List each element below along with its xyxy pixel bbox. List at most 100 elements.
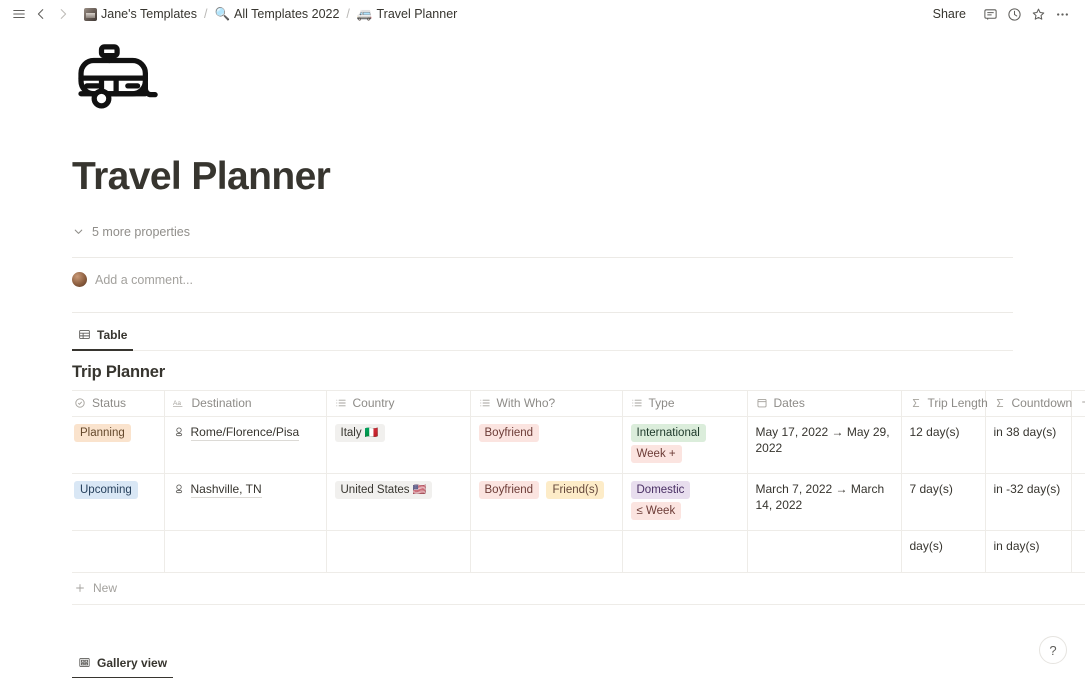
breadcrumb-item-all-templates[interactable]: 🔍 All Templates 2022 [210,5,343,23]
multi-select-icon [335,397,347,409]
cell-destination[interactable] [164,530,327,573]
avatar [72,272,87,288]
cell-type[interactable] [622,530,748,573]
cell-type[interactable]: International Week + [622,416,748,474]
database-title-trip-planner[interactable]: Trip Planner [72,363,1013,382]
chevron-down-icon [72,225,85,238]
history-clock-icon[interactable] [1003,3,1025,25]
magnifier-emoji-icon: 🔍 [214,6,231,21]
cell-countdown[interactable]: in day(s) [985,530,1072,573]
arrow-right-icon[interactable] [52,3,74,25]
cell-trip-length[interactable]: 7 day(s) [901,473,986,531]
breadcrumb-label: Travel Planner [376,7,458,21]
cell-trip-length[interactable]: day(s) [901,530,986,573]
country-tag: United States 🇺🇸 [334,480,433,499]
cell-destination[interactable]: Rome/Florence/Pisa [164,416,327,474]
destination-text: Nashville, TN [190,481,262,498]
add-comment-input[interactable]: Add a comment... [95,273,193,287]
column-header-dates[interactable]: Dates [747,389,902,417]
arrow-left-icon[interactable] [30,3,52,25]
table-row[interactable]: day(s) in day(s) [72,530,1085,573]
tab-table[interactable]: Table [72,323,134,351]
cell-dates[interactable]: March 7, 2022 → March 14, 2022 [747,473,902,531]
star-icon[interactable] [1027,3,1049,25]
calendar-icon [756,397,768,409]
cell-destination[interactable]: Nashville, TN [164,473,327,531]
breadcrumb-item-workspace[interactable]: Jane's Templates [80,5,201,23]
multi-select-icon [631,397,643,409]
type-tag: ≤ Week [630,501,682,520]
location-pin-icon [173,425,185,441]
cell-country[interactable] [326,530,471,573]
cell-type[interactable]: Domestic ≤ Week [622,473,748,531]
page-content: Travel Planner 5 more properties Add a c… [0,32,1085,678]
cell-dates[interactable]: May 17, 2022 → May 29, 2022 [747,416,902,474]
cell-country[interactable]: United States 🇺🇸 [326,473,471,531]
cell-status[interactable]: Planning [72,416,165,474]
comment-icon[interactable] [979,3,1001,25]
new-row-label: New [93,581,118,596]
text-aa-icon: Aa [172,397,186,409]
type-tag: International [630,423,706,442]
breadcrumb-item-travel-planner[interactable]: 🚐 Travel Planner [353,5,461,23]
column-header-status[interactable]: Status [72,389,165,417]
comment-row[interactable]: Add a comment... [72,262,1013,298]
add-column-button[interactable] [1071,389,1085,417]
type-tag: Week + [630,444,682,463]
column-header-type[interactable]: Type [622,389,748,417]
cell-trip-length[interactable]: 12 day(s) [901,416,986,474]
formula-sigma-icon [910,397,922,409]
tab-label: Table [97,327,128,342]
multi-select-icon [479,397,491,409]
new-row-button[interactable]: New [72,573,1085,605]
destination-text: Rome/Florence/Pisa [190,424,300,441]
more-options-icon[interactable] [1051,3,1073,25]
cell-with-who[interactable] [470,530,623,573]
cell-countdown[interactable]: in -32 day(s) [985,473,1072,531]
cell-with-who[interactable]: Boyfriend Friend(s) [470,473,623,531]
topbar-actions: Share [926,3,1073,25]
breadcrumb: Jane's Templates / 🔍 All Templates 2022 … [80,5,461,23]
cell-countdown[interactable]: in 38 day(s) [985,416,1072,474]
column-header-countdown[interactable]: Countdown [985,389,1072,417]
help-button[interactable]: ? [1039,636,1067,664]
column-header-country[interactable]: Country [326,389,471,417]
column-header-trip-length[interactable]: Trip Length [901,389,988,417]
cell-empty [1071,530,1085,573]
tab-gallery-view[interactable]: Gallery view [72,651,174,678]
table-row[interactable]: Upcoming Nashville, TN United States 🇺🇸 [72,473,1085,531]
hamburger-icon[interactable] [8,3,30,25]
column-label: Country [352,395,395,410]
cell-dates[interactable] [747,530,902,573]
column-header-destination[interactable]: Aa Destination [164,389,327,417]
svg-text:Aa: Aa [173,400,181,407]
cell-country[interactable]: Italy 🇮🇹 [326,416,471,474]
breadcrumb-label: Jane's Templates [101,7,197,21]
usa-flag-icon: 🇺🇸 [412,483,427,496]
column-label: Dates [773,395,805,410]
camper-trailer-icon[interactable] [72,32,172,132]
breadcrumb-separator: / [203,7,208,21]
cell-with-who[interactable]: Boyfriend [470,416,623,474]
column-header-with-who[interactable]: With Who? [470,389,623,417]
who-tag: Boyfriend [478,480,540,499]
more-properties-toggle[interactable]: 5 more properties [72,221,1013,243]
table-header-row: Status Aa Destination Country With Who? … [72,389,1085,417]
column-label: Type [648,395,675,410]
cell-empty [1071,473,1085,531]
trip-planner-table: Status Aa Destination Country With Who? … [72,389,1085,605]
share-button[interactable]: Share [926,4,973,24]
divider [72,311,1013,313]
column-label: Status [92,395,127,410]
table-row[interactable]: Planning Rome/Florence/Pisa Italy 🇮🇹 Boy… [72,416,1085,474]
cell-status[interactable] [72,530,165,573]
page-title[interactable]: Travel Planner [72,155,1013,199]
cell-status[interactable]: Upcoming [72,473,165,531]
column-label: Trip Length [927,395,988,410]
who-tag: Friend(s) [546,480,605,499]
select-icon [74,397,86,409]
gallery-icon [78,656,91,669]
who-tag: Boyfriend [478,423,540,442]
view-tab-bar-gallery: Gallery view [72,651,1013,678]
top-bar: Jane's Templates / 🔍 All Templates 2022 … [0,0,1085,28]
